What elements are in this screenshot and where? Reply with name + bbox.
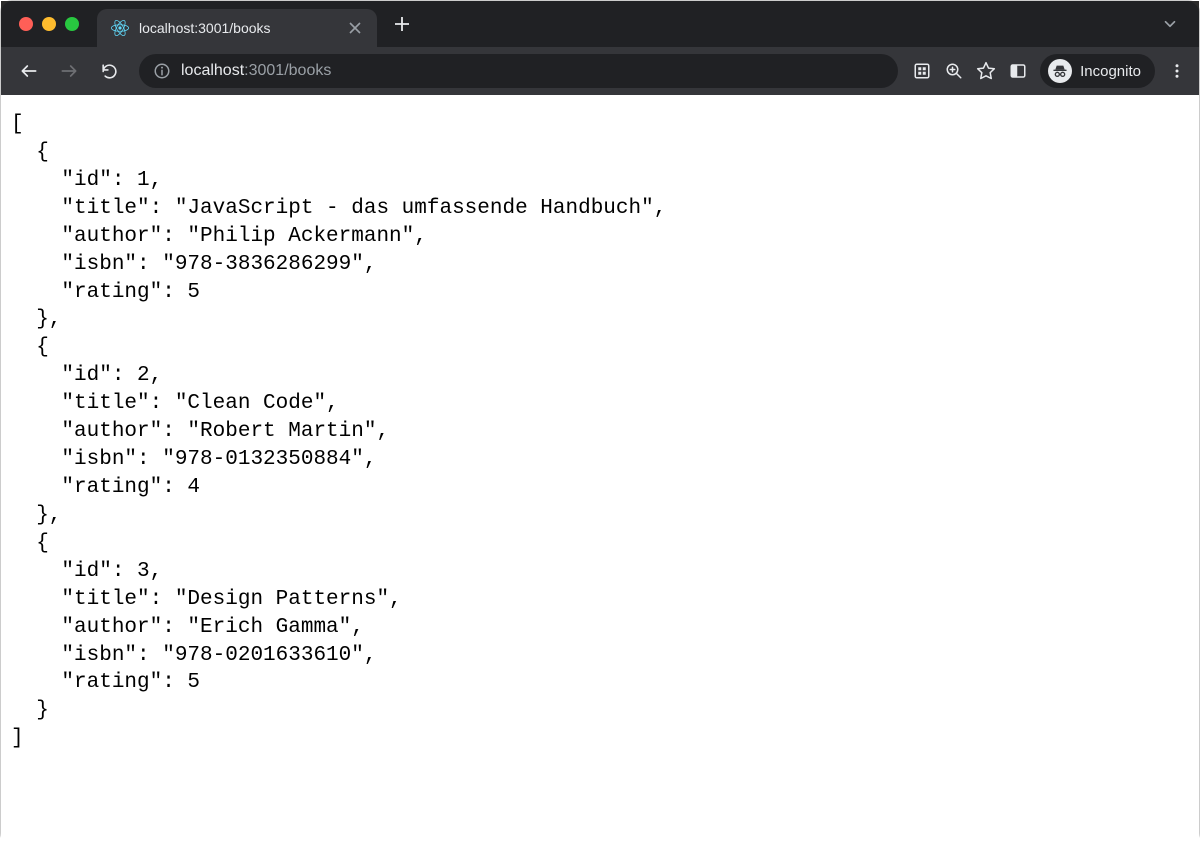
forward-button[interactable]	[53, 55, 85, 87]
install-app-icon[interactable]	[912, 61, 932, 81]
tab-close-button[interactable]	[347, 20, 363, 36]
window-minimize-button[interactable]	[42, 17, 56, 31]
window-close-button[interactable]	[19, 17, 33, 31]
toolbar-right: Incognito	[912, 54, 1187, 88]
reload-button[interactable]	[93, 55, 125, 87]
tab-title: localhost:3001/books	[139, 20, 337, 36]
window-controls	[19, 17, 79, 31]
back-button[interactable]	[13, 55, 45, 87]
incognito-label: Incognito	[1080, 63, 1141, 80]
address-bar[interactable]: localhost:3001/books	[139, 54, 898, 88]
tab-bar: localhost:3001/books	[1, 1, 1199, 47]
incognito-badge[interactable]: Incognito	[1040, 54, 1155, 88]
tab-overflow-button[interactable]	[1161, 15, 1187, 33]
incognito-icon	[1048, 59, 1072, 83]
toolbar: localhost:3001/books Incognito	[1, 47, 1199, 95]
menu-button[interactable]	[1167, 61, 1187, 81]
zoom-icon[interactable]	[944, 61, 964, 81]
url-host: localhost	[181, 62, 244, 79]
side-panel-icon[interactable]	[1008, 61, 1028, 81]
url-path: :3001/books	[244, 62, 331, 79]
site-info-icon[interactable]	[153, 62, 171, 80]
window-maximize-button[interactable]	[65, 17, 79, 31]
url-text: localhost:3001/books	[181, 62, 331, 80]
browser-tab[interactable]: localhost:3001/books	[97, 9, 377, 47]
browser-chrome: localhost:3001/books localhost:3001/b	[1, 1, 1199, 95]
json-response-body: [ { "id": 1, "title": "JavaScript - das …	[1, 95, 1199, 846]
bookmark-star-icon[interactable]	[976, 61, 996, 81]
new-tab-button[interactable]	[387, 9, 417, 39]
react-favicon-icon	[111, 19, 129, 37]
